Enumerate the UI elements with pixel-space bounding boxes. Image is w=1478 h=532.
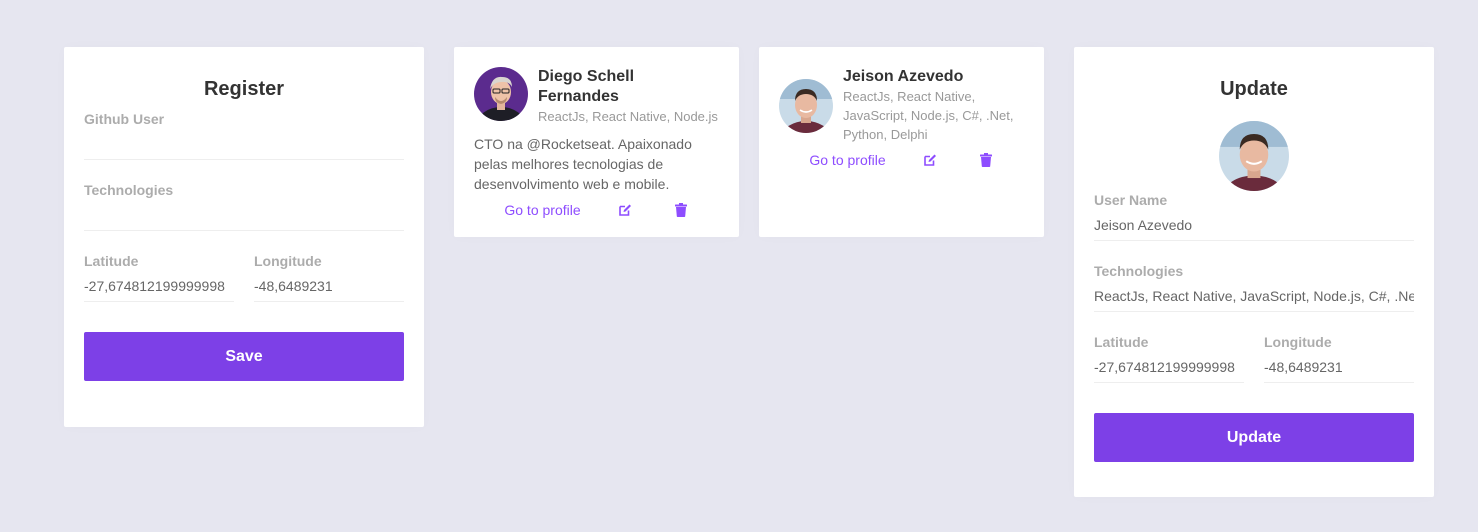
update-button[interactable]: Update [1094, 413, 1414, 462]
update-panel: Update User Name Technologies Latitude [1074, 47, 1434, 497]
dev-card-header: Diego Schell Fernandes ReactJs, React Na… [474, 67, 719, 126]
technologies-label: Technologies [1094, 263, 1184, 279]
user-name-label: User Name [1094, 192, 1168, 208]
longitude-label: Longitude [254, 253, 322, 269]
technologies-field: Technologies [84, 181, 404, 231]
coordinates-row: Latitude Longitude [1094, 333, 1414, 383]
technologies-input[interactable] [84, 199, 404, 231]
technologies-field: Technologies [1094, 262, 1414, 312]
update-title: Update [1220, 78, 1288, 100]
dev-info: Jeison Azevedo ReactJs, React Native, Ja… [843, 67, 1024, 144]
longitude-label: Longitude [1264, 334, 1332, 350]
register-form: Github User Technologies Latitude Longit… [84, 110, 404, 381]
latitude-label: Latitude [84, 253, 139, 269]
update-form: User Name Technologies Latitude Longitud… [1094, 191, 1414, 462]
dev-name: Diego Schell Fernandes [538, 68, 635, 105]
edit-icon[interactable] [617, 202, 633, 218]
technologies-input[interactable] [1094, 280, 1414, 312]
user-name-input[interactable] [1094, 209, 1414, 241]
avatar [1219, 121, 1289, 191]
github-user-input[interactable] [84, 128, 404, 160]
go-to-profile-link[interactable]: Go to profile [809, 152, 885, 168]
longitude-field: Longitude [1264, 333, 1414, 383]
save-button[interactable]: Save [84, 332, 404, 381]
coordinates-row: Latitude Longitude [84, 252, 404, 302]
dev-info: Diego Schell Fernandes ReactJs, React Na… [538, 67, 719, 126]
longitude-input[interactable] [254, 270, 404, 302]
longitude-input[interactable] [1264, 351, 1414, 383]
trash-icon[interactable] [978, 152, 994, 168]
latitude-field: Latitude [84, 252, 234, 302]
latitude-input[interactable] [1094, 351, 1244, 383]
register-title: Register [203, 78, 285, 100]
dev-name: Jeison Azevedo [843, 68, 964, 85]
edit-icon[interactable] [922, 152, 938, 168]
avatar [779, 79, 833, 133]
latitude-input[interactable] [84, 270, 234, 302]
longitude-field: Longitude [254, 252, 404, 302]
latitude-label: Latitude [1094, 334, 1149, 350]
github-user-field: Github User [84, 110, 404, 160]
dev-actions: Go to profile [474, 202, 719, 218]
avatar [474, 67, 528, 121]
dev-techs: ReactJs, React Native, JavaScript, Node.… [843, 89, 1014, 142]
update-avatar-wrap [1094, 121, 1414, 191]
user-name-field: User Name [1094, 191, 1414, 241]
dev-techs: ReactJs, React Native, Node.js [538, 109, 718, 124]
trash-icon[interactable] [673, 202, 689, 218]
dev-card: Diego Schell Fernandes ReactJs, React Na… [454, 47, 739, 237]
dev-bio: CTO na @Rocketseat. Apaixonado pelas mel… [474, 136, 692, 192]
dev-actions: Go to profile [779, 152, 1024, 168]
github-user-label: Github User [84, 111, 165, 127]
dev-card-header: Jeison Azevedo ReactJs, React Native, Ja… [779, 67, 1024, 144]
latitude-field: Latitude [1094, 333, 1244, 383]
dev-card: Jeison Azevedo ReactJs, React Native, Ja… [759, 47, 1044, 237]
register-panel: Register Github User Technologies Latitu… [64, 47, 424, 427]
technologies-label: Technologies [84, 182, 174, 198]
go-to-profile-link[interactable]: Go to profile [504, 202, 580, 218]
